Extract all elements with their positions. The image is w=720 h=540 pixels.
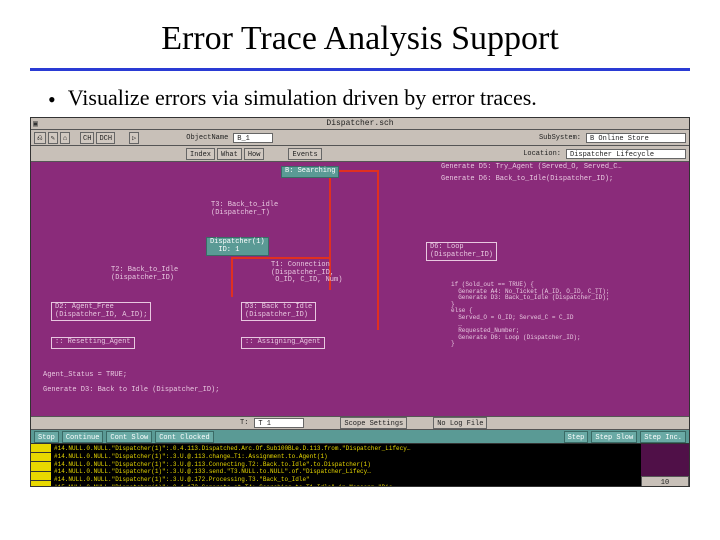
toolbar-row-2: Index What How Events Location: Dispatch… bbox=[31, 146, 689, 162]
trace-line bbox=[231, 257, 331, 259]
nolog-button[interactable]: No Log File bbox=[433, 417, 487, 429]
toolbar-row-1: ⎌ ✎ ⌂ CH DCH ▷ ObjectName B_1 SubSystem:… bbox=[31, 130, 689, 146]
t-label: T: bbox=[237, 419, 251, 427]
node-d6[interactable]: D6: Loop (Dispatcher_ID) bbox=[426, 242, 497, 261]
label-gen-d3-bottom: Generate D3: Back to Idle (Dispatcher_ID… bbox=[43, 387, 219, 395]
ch-button[interactable]: CH bbox=[80, 132, 94, 144]
trace-panel: #14.NULL.0.NULL."Dispatcher(1)":.0.4.113… bbox=[31, 444, 689, 487]
stop-button[interactable]: Stop bbox=[34, 431, 59, 443]
events-button[interactable]: Events bbox=[288, 148, 321, 160]
cont-clocked-button[interactable]: Cont Clocked bbox=[155, 431, 213, 443]
node-resetting[interactable]: :: Resetting_Agent bbox=[51, 337, 135, 349]
step-button[interactable]: Step bbox=[564, 431, 589, 443]
diagram-canvas[interactable]: B: Searching Generate D5: Try_Agent (Ser… bbox=[31, 162, 689, 416]
scope-button[interactable]: Scope Settings bbox=[340, 417, 407, 429]
cont-slow-button[interactable]: Cont Slow bbox=[106, 431, 152, 443]
t-field[interactable]: T 1 bbox=[254, 418, 304, 428]
app-window: Dispatcher.sch ⎌ ✎ ⌂ CH DCH ▷ ObjectName… bbox=[30, 117, 690, 487]
pager[interactable]: 10 bbox=[641, 476, 689, 487]
node-assigning[interactable]: :: Assigning_Agent bbox=[241, 337, 325, 349]
index-button[interactable]: Index bbox=[186, 148, 215, 160]
trace-line-0: #14.NULL.0.NULL."Dispatcher(1)":.0.4.113… bbox=[54, 445, 638, 453]
node-searching[interactable]: B: Searching bbox=[281, 166, 339, 178]
obj-label: ObjectName bbox=[183, 134, 231, 142]
trace-line bbox=[231, 257, 233, 297]
subsystem-field[interactable]: B Online Store bbox=[586, 133, 686, 143]
trace-line-4: #14.NULL.0.NULL."Dispatcher(1)":.3.U.@.1… bbox=[54, 476, 638, 484]
slide-title: Error Trace Analysis Support bbox=[30, 20, 690, 58]
node-d3[interactable]: D3: Back to Idle (Dispatcher_ID) bbox=[241, 302, 316, 321]
label-t1: T1: Connection (Dispatcher_ID, O_ID, C_I… bbox=[271, 262, 342, 285]
undo-icon[interactable]: ⎌ bbox=[34, 132, 46, 144]
how-button[interactable]: How bbox=[244, 148, 265, 160]
bullet-text: Visualize errors via simulation driven b… bbox=[68, 85, 537, 111]
window-title: Dispatcher.sch bbox=[326, 119, 393, 128]
subsystem-label: SubSystem: bbox=[536, 134, 584, 142]
trace-line-2: #14.NULL.0.NULL."Dispatcher(1)":.3.U.@.1… bbox=[54, 461, 638, 469]
what-button[interactable]: What bbox=[217, 148, 242, 160]
bullet-item: • Visualize errors via simulation driven… bbox=[30, 85, 690, 111]
trace-gutter bbox=[31, 444, 51, 487]
label-t3: T3: Back_to_idle (Dispatcher_T) bbox=[211, 202, 278, 217]
node-dispatcher[interactable]: Dispatcher(1) ID: 1 bbox=[206, 237, 269, 256]
bullet-dot-icon: • bbox=[48, 89, 56, 111]
title-divider bbox=[30, 68, 690, 71]
label-t2: T2: Back_to_Idle (Dispatcher_ID) bbox=[111, 267, 178, 282]
label-ifblock: if (Sold_out == TRUE) { Generate A4: No_… bbox=[451, 282, 609, 348]
mid-toolbar: T: T 1 Scope Settings No Log File bbox=[31, 416, 689, 430]
trace-right-panel: 10 bbox=[641, 444, 689, 487]
trace-line-3: #14.NULL.0.NULL."Dispatcher(1)":.3.U.@.1… bbox=[54, 468, 638, 476]
node-d2[interactable]: D2: Agent_Free (Dispatcher_ID, A_ID); bbox=[51, 302, 151, 321]
trace-line bbox=[377, 170, 379, 330]
obj-field[interactable]: B_1 bbox=[233, 133, 273, 143]
location-label: Location: bbox=[520, 150, 564, 158]
trace-log[interactable]: #14.NULL.0.NULL."Dispatcher(1)":.0.4.113… bbox=[51, 444, 641, 487]
window-titlebar: Dispatcher.sch bbox=[31, 118, 689, 130]
dch-button[interactable]: DCH bbox=[96, 132, 115, 144]
location-field[interactable]: Dispatcher Lifecycle bbox=[566, 149, 686, 159]
label-agent-status: Agent_Status = TRUE; bbox=[43, 372, 127, 380]
continue-button[interactable]: Continue bbox=[62, 431, 104, 443]
edit-icon[interactable]: ✎ bbox=[48, 132, 58, 144]
step-inc-button[interactable]: Step Inc. bbox=[640, 431, 686, 443]
trace-line-5: #15.NULL.0.NULL."Dispatcher(1)":.0.4.172… bbox=[54, 484, 638, 487]
step-slow-button[interactable]: Step Slow bbox=[591, 431, 637, 443]
home-icon[interactable]: ⌂ bbox=[60, 132, 70, 144]
label-gen-d5: Generate D5: Try_Agent (Served_O, Served… bbox=[441, 164, 622, 172]
control-toolbar: Stop Continue Cont Slow Cont Clocked Ste… bbox=[31, 430, 689, 444]
trace-line-1: #14.NULL.0.NULL."Dispatcher(1)":.3.U.@.1… bbox=[54, 453, 638, 461]
label-gen-d6: Generate D6: Back_to_Idle(Dispatcher_ID)… bbox=[441, 176, 613, 184]
play-icon[interactable]: ▷ bbox=[129, 132, 139, 144]
